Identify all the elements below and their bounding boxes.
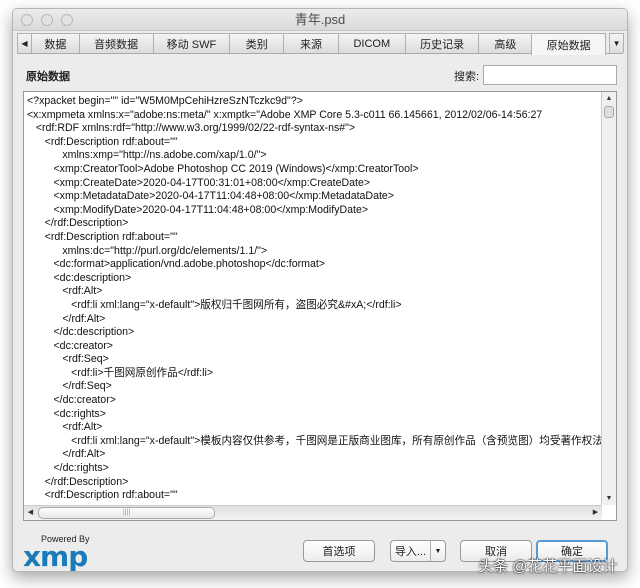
xml-line: <dc:description>	[27, 271, 132, 284]
xml-line: <rdf:Description rdf:about=""	[27, 135, 178, 148]
xml-line: </dc:description>	[27, 326, 135, 339]
tab-mobile-swf[interactable]: 移动 SWF	[152, 33, 231, 53]
xml-lines: <?xpacket begin="" id="W5M0MpCehiHzreSzN…	[27, 95, 601, 503]
xml-line: </rdf:Alt>	[27, 448, 106, 461]
xml-line: <rdf:RDF xmlns:rdf="http://www.w3.org/19…	[27, 122, 356, 135]
vertical-scroll-thumb[interactable]	[604, 106, 614, 118]
close-window-button[interactable]	[21, 14, 33, 26]
search-input[interactable]	[483, 65, 617, 85]
tab-history[interactable]: 历史记录	[404, 33, 480, 53]
import-button[interactable]: 导入... ▼	[390, 540, 446, 562]
scroll-down-icon[interactable]: ▼	[602, 492, 616, 505]
import-label[interactable]: 导入...	[391, 541, 431, 561]
tab-dicom[interactable]: DICOM	[337, 33, 406, 53]
import-dropdown-icon[interactable]: ▼	[431, 541, 445, 561]
xml-line: <rdf:Alt>	[27, 285, 103, 298]
title-bar: 青年.psd	[13, 9, 627, 31]
tab-scroll-left-icon[interactable]: ◀	[17, 33, 32, 53]
window-title: 青年.psd	[294, 12, 346, 27]
vertical-scrollbar[interactable]: ▲ ▼	[601, 92, 616, 505]
xmp-logo-text: xmp	[23, 540, 88, 572]
tab-advanced[interactable]: 高级	[478, 33, 533, 53]
xmp-logo: Powered By xmp	[23, 534, 90, 572]
scroll-left-icon[interactable]: ◀	[24, 506, 37, 520]
tab-categories[interactable]: 类别	[229, 33, 285, 53]
tab-data[interactable]: 数据	[30, 33, 80, 53]
zoom-window-button[interactable]	[61, 14, 73, 26]
xml-line: <rdf:Description rdf:about=""	[27, 230, 178, 243]
preferences-button[interactable]: 首选项	[303, 540, 375, 562]
xml-line: <xmp:MetadataDate>2020-04-17T11:04:48+08…	[27, 190, 394, 203]
watermark: 头条 @花花平面设计	[478, 558, 618, 575]
horizontal-scroll-thumb[interactable]: ||||	[38, 507, 215, 519]
xml-line: <rdf:Seq>	[27, 353, 109, 366]
tab-bar: ◀ 数据 音频数据 移动 SWF 类别 来源 DICOM 历史记录 高级 原始数…	[17, 33, 624, 55]
xml-line: <dc:rights>	[27, 407, 106, 420]
scroll-right-icon[interactable]: ▶	[589, 506, 602, 520]
raw-xml-textarea[interactable]: <?xpacket begin="" id="W5M0MpCehiHzreSzN…	[23, 91, 617, 521]
tab-raw-data[interactable]: 原始数据	[531, 33, 607, 55]
xml-line: </dc:rights>	[27, 462, 109, 475]
xmp-file-info-window: 青年.psd ◀ 数据 音频数据 移动 SWF 类别 来源 DICOM 历史记录…	[12, 8, 628, 572]
xml-line: <xmp:ModifyDate>2020-04-17T11:04:48+08:0…	[27, 203, 369, 216]
xml-line: <rdf:Description rdf:about=""	[27, 489, 178, 502]
minimize-window-button[interactable]	[41, 14, 53, 26]
search-label: 搜索:	[454, 71, 480, 83]
xml-line: </rdf:Description>	[27, 217, 129, 230]
xml-line: <rdf:li>千图网原创作品</rdf:li>	[27, 366, 214, 379]
xml-line: <dc:format>application/vnd.adobe.photosh…	[27, 258, 325, 271]
xml-line: <x:xmpmeta xmlns:x="adobe:ns:meta/" x:xm…	[27, 108, 543, 121]
xml-line: xmlns:dc="http://purl.org/dc/elements/1.…	[27, 244, 268, 257]
section-title: 原始数据	[26, 71, 70, 83]
tab-origin[interactable]: 来源	[283, 33, 339, 53]
tab-overflow-dropdown-icon[interactable]: ▼	[609, 33, 624, 53]
xml-line: <xmp:CreateDate>2020-04-17T00:31:01+08:0…	[27, 176, 371, 189]
horizontal-scrollbar[interactable]: ◀ |||| ▶	[24, 505, 602, 520]
xml-line: </dc:creator>	[27, 394, 116, 407]
xml-line: <?xpacket begin="" id="W5M0MpCehiHzreSzN…	[27, 95, 303, 107]
xml-line: <dc:creator>	[27, 339, 113, 352]
xml-line: <rdf:li xml:lang="x-default">版权归千图网所有，盗图…	[27, 298, 402, 311]
xml-line: <rdf:Alt>	[27, 421, 103, 434]
scroll-up-icon[interactable]: ▲	[602, 92, 616, 105]
xml-line: <rdf:li xml:lang="x-default">模板内容仅供参考，千图…	[27, 434, 601, 447]
xml-line: </rdf:Seq>	[27, 380, 112, 393]
tab-audio-data[interactable]: 音频数据	[78, 33, 154, 53]
xml-line: </rdf:Alt>	[27, 312, 106, 325]
xml-line: <xmp:CreatorTool>Adobe Photoshop CC 2019…	[27, 162, 419, 175]
xml-line: </rdf:Description>	[27, 475, 129, 488]
xml-line: xmlns:xmp="http://ns.adobe.com/xap/1.0/"…	[27, 149, 267, 162]
